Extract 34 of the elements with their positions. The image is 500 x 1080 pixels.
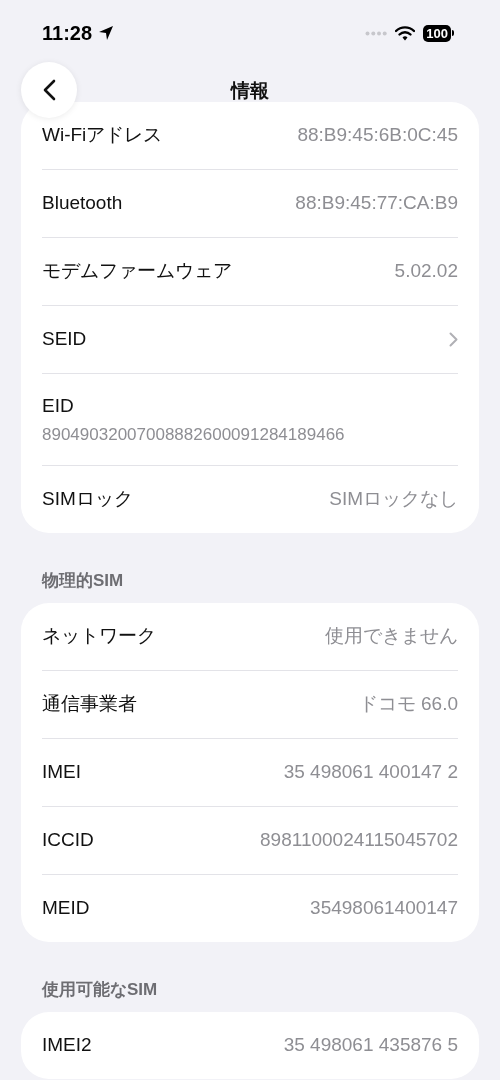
row-value: 35 498061 435876 5: [283, 1033, 458, 1058]
section-header: 使用可能なSIM: [42, 978, 158, 1001]
status-time: 11:28: [42, 21, 93, 46]
list-row[interactable]: SEID: [42, 306, 458, 373]
location-arrow-icon: [98, 25, 115, 41]
row-label: 通信事業者: [42, 692, 137, 717]
row-label: IMEI2: [42, 1033, 92, 1058]
row-label: EID: [42, 393, 74, 418]
row-label: ネットワーク: [42, 624, 156, 649]
back-button[interactable]: [21, 62, 77, 118]
row-label: ICCID: [42, 828, 94, 853]
row-value: ドコモ 66.0: [358, 692, 458, 717]
row-value: 使用できません: [325, 624, 458, 649]
back-icon: [42, 79, 56, 101]
section-header: 物理的SIM: [42, 569, 124, 592]
chevron-right-icon: [449, 332, 458, 347]
row-value: 5.02.02: [394, 259, 458, 284]
row-value: 89049032007008882600091284189466: [42, 424, 345, 446]
row-value: 8981100024115045702: [260, 828, 458, 853]
row-label: Wi-Fiアドレス: [42, 123, 163, 148]
row-label: SIMロック: [42, 487, 133, 512]
row-value: 88:B9:45:77:CA:B9: [295, 191, 458, 216]
row-label: モデムファームウェア: [42, 259, 232, 284]
wifi-icon: [395, 25, 416, 41]
row-value: 35 498061 400147 2: [283, 760, 458, 785]
row-value: 88:B9:45:6B:0C:45: [297, 123, 458, 148]
row-label: IMEI: [42, 760, 82, 785]
signal-dots-icon: [365, 30, 388, 36]
nav-title: 情報: [231, 78, 269, 103]
row-label: Bluetooth: [42, 191, 123, 216]
row-value: SIMロックなし: [329, 487, 458, 512]
row-label: MEID: [42, 896, 90, 921]
battery-icon: 100: [423, 24, 454, 42]
row-value: 35498061400147: [310, 896, 458, 921]
